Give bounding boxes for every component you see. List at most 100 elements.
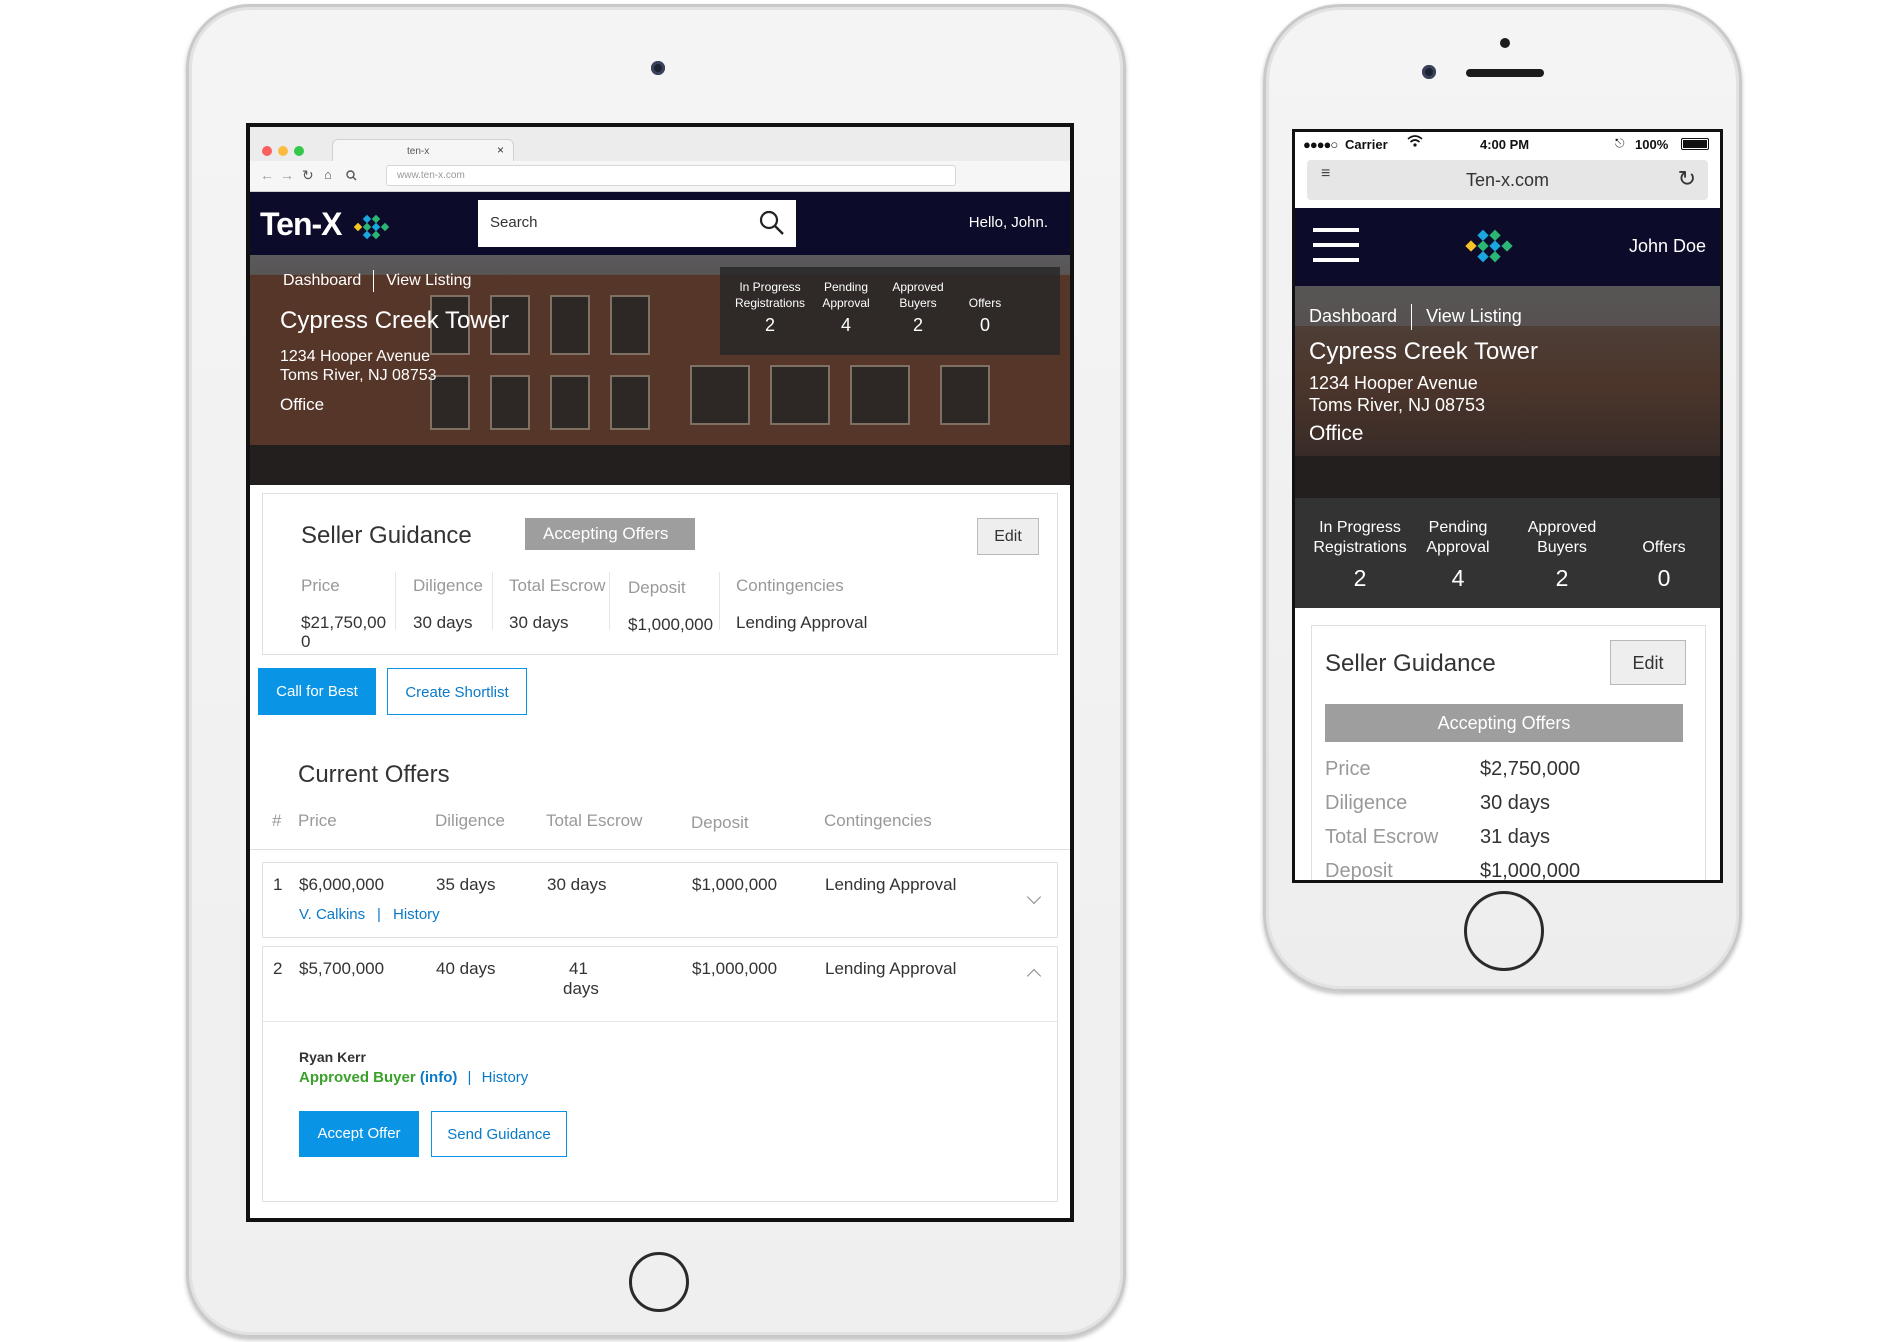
ten-x-logo[interactable]: Ten-X [260, 206, 395, 243]
stat-label: Approval [1426, 539, 1490, 556]
call-for-best-button[interactable]: Call for Best [258, 668, 376, 715]
guidance-deposit-label: Deposit [628, 578, 686, 597]
back-arrow-icon[interactable]: ← [260, 167, 274, 183]
address-line2: Toms River, NJ 08753 [280, 367, 437, 384]
column-divider [609, 572, 610, 630]
guidance-price-label: Price [301, 576, 340, 595]
stat-label: Pending [1428, 519, 1488, 536]
battery-percent: 100% [1635, 137, 1669, 152]
accept-offer-button[interactable]: Accept Offer [299, 1111, 419, 1157]
close-window-icon[interactable] [262, 146, 272, 156]
reload-icon[interactable]: ↻ [302, 167, 314, 184]
stat-value: 2 [764, 315, 775, 335]
maximize-window-icon[interactable] [294, 146, 304, 156]
stat-label: Approval [822, 296, 870, 310]
guidance-escrow-value: 30 days [509, 613, 569, 632]
menu-icon[interactable]: ≡ [1321, 166, 1330, 182]
offer-diligence: 40 days [436, 959, 496, 978]
send-guidance-button[interactable]: Send Guidance [431, 1111, 567, 1157]
property-type: Office [280, 395, 325, 414]
stat-pending-approval[interactable]: Pending Approval 4 [818, 279, 874, 334]
stat-pending-approval[interactable]: Pending Approval 4 [1421, 518, 1495, 590]
home-icon[interactable]: ⌂ [324, 167, 332, 182]
offers-col-price: Price [298, 811, 337, 830]
earpiece [1466, 69, 1544, 77]
offer-deposit: $1,000,000 [692, 875, 778, 894]
property-address: 1234 Hooper Avenue Toms River, NJ 08753 [1309, 372, 1485, 416]
edit-guidance-button[interactable]: Edit [977, 518, 1039, 555]
stat-label: Buyers [1537, 539, 1587, 556]
url-bar[interactable]: www.ten-x.com [386, 165, 956, 186]
status-bar: ●●●●○ Carrier 4:00 PM ⎋ 100% [1295, 132, 1720, 158]
nav-view-listing-link[interactable]: View Listing [1426, 306, 1522, 326]
stat-label: Offers [968, 296, 1002, 310]
window-controls [262, 143, 310, 161]
history-link[interactable]: History [393, 906, 440, 923]
seller-guidance-card: Seller Guidance Accepting Offers Edit Pr… [262, 493, 1058, 655]
offer-row-1[interactable]: 1 $6,000,000 35 days 30 days $1,000,000 … [262, 862, 1058, 938]
edit-guidance-button[interactable]: Edit [1610, 640, 1686, 685]
chevron-up-icon[interactable] [1026, 968, 1042, 984]
current-offers-title: Current Offers [298, 761, 450, 788]
offer-escrow-line2: days [563, 979, 599, 998]
reload-icon[interactable]: ↻ [1678, 166, 1696, 192]
info-link[interactable]: (info) [420, 1069, 457, 1086]
guidance-deposit: Deposit $1,000,000 [628, 578, 713, 634]
stat-offers[interactable]: Offers 0 [960, 295, 1010, 334]
create-shortlist-button[interactable]: Create Shortlist [387, 668, 527, 715]
tab-close-icon[interactable]: × [497, 143, 504, 157]
hero-breadcrumb: Dashboard View Listing [283, 270, 471, 292]
history-link[interactable]: History [482, 1069, 529, 1086]
stat-value: 2 [1555, 565, 1569, 591]
nav-view-listing-link[interactable]: View Listing [386, 272, 471, 289]
url-bar[interactable]: ≡ Ten-x.com ↻ [1307, 160, 1708, 200]
stat-in-progress[interactable]: In Progress Registrations 2 [1307, 518, 1413, 590]
signal-icon: ●●●●○ [1303, 137, 1338, 152]
column-divider [492, 572, 493, 630]
logo-diamonds-icon [354, 214, 390, 239]
address-line1: 1234 Hooper Avenue [280, 348, 431, 365]
app-header: Ten-X Search Hello, John. [250, 192, 1070, 255]
camera-icon [1422, 65, 1436, 79]
browser-tab[interactable]: ten-x × [332, 139, 514, 161]
guidance-price-line1: $21,750,00 [301, 613, 387, 632]
search-placeholder: Search [490, 214, 538, 231]
home-button[interactable] [629, 1252, 689, 1312]
minimize-window-icon[interactable] [278, 146, 288, 156]
buyer-link[interactable]: V. Calkins [299, 906, 365, 923]
accepting-offers-badge: Accepting Offers [1325, 704, 1683, 742]
property-title: Cypress Creek Tower [280, 307, 509, 334]
stat-value: 2 [912, 315, 923, 335]
chevron-down-icon[interactable] [1026, 889, 1042, 905]
guidance-contingencies-label: Contingencies [736, 576, 844, 595]
stat-in-progress[interactable]: In Progress Registrations 2 [734, 279, 806, 335]
buyer-name: Ryan Kerr [299, 1049, 366, 1065]
phone-device: ●●●●○ Carrier 4:00 PM ⎋ 100% ≡ Ten-x.com… [1263, 4, 1742, 992]
url-text: Ten-x.com [1465, 170, 1550, 190]
stat-offers[interactable]: Offers 0 [1629, 538, 1699, 590]
row-value: 31 days [1480, 826, 1551, 848]
greeting[interactable]: Hello, John. [969, 214, 1048, 231]
nav-dashboard-link[interactable]: Dashboard [1309, 306, 1397, 326]
user-name[interactable]: John Doe [1629, 236, 1706, 257]
offer-row-2[interactable]: 2 $5,700,000 40 days 41 days $1,000,000 … [262, 946, 1058, 1202]
stat-approved-buyers[interactable]: Approved Buyers 2 [888, 279, 948, 335]
offer-contingencies: Lending Approval [825, 875, 957, 894]
offers-header-rule [250, 849, 1070, 850]
offers-col-deposit: Deposit [691, 813, 749, 832]
guidance-price-row: Price $2,750,000 [1325, 758, 1580, 781]
address-line1: 1234 Hooper Avenue [1309, 373, 1478, 393]
browser-tab-title: ten-x [407, 146, 430, 157]
stat-label: Pending [823, 280, 869, 294]
guidance-diligence: Diligence 30 days [413, 576, 483, 632]
search-icon[interactable] [758, 209, 786, 241]
battery-icon [1681, 138, 1709, 150]
stat-approved-buyers[interactable]: Approved Buyers 2 [1521, 518, 1603, 591]
home-button[interactable] [1464, 891, 1544, 971]
ten-x-logo[interactable] [1461, 226, 1521, 266]
stats-panel: In Progress Registrations 2 Pending Appr… [1295, 498, 1720, 608]
offer-contingencies: Lending Approval [825, 959, 957, 978]
nav-dashboard-link[interactable]: Dashboard [283, 272, 361, 289]
forward-arrow-icon[interactable]: → [280, 167, 294, 183]
search-input[interactable]: Search [478, 200, 796, 247]
